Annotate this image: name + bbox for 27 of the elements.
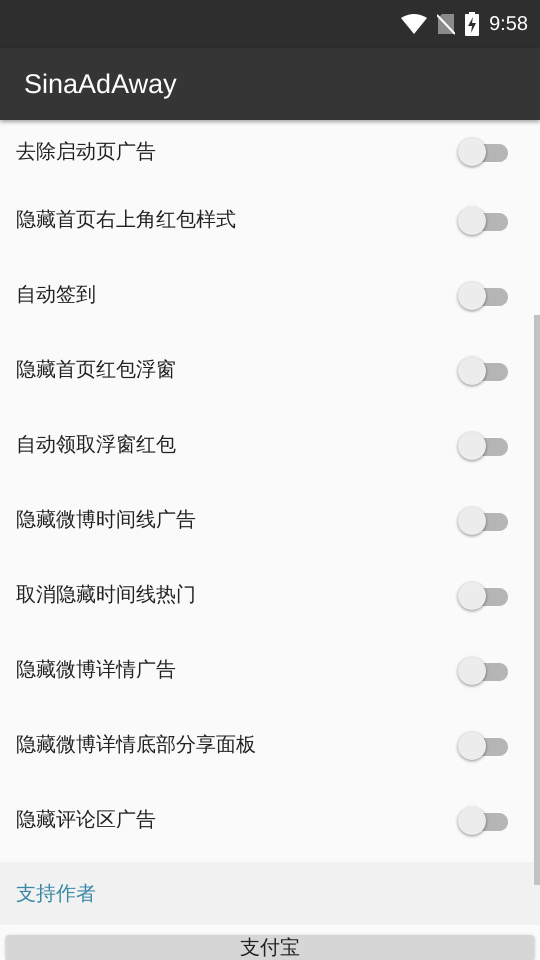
setting-label: 隐藏微博详情底部分享面板 — [16, 731, 256, 758]
toggle-switch[interactable] — [458, 204, 510, 234]
toggle-switch[interactable] — [458, 654, 510, 684]
setting-label: 隐藏首页右上角红包样式 — [16, 206, 236, 233]
setting-label: 去除启动页广告 — [16, 138, 156, 164]
toggle-switch[interactable] — [458, 136, 510, 166]
toggle-switch[interactable] — [458, 580, 510, 610]
setting-label: 隐藏微博详情广告 — [16, 656, 176, 683]
wifi-icon — [401, 14, 428, 34]
payment-button[interactable]: 支付宝 — [6, 935, 534, 960]
setting-label: 取消隐藏时间线热门 — [16, 581, 196, 608]
setting-label: 隐藏评论区广告 — [16, 806, 156, 833]
no-sim-icon — [437, 13, 456, 35]
clock-time: 9:58 — [489, 12, 528, 36]
toggle-switch[interactable] — [458, 280, 510, 310]
toggle-switch[interactable] — [458, 430, 510, 460]
setting-label: 自动签到 — [16, 281, 96, 308]
setting-label: 隐藏微博时间线广告 — [16, 506, 196, 533]
toggle-switch[interactable] — [458, 730, 510, 760]
section-header: 支持作者 — [16, 880, 96, 907]
battery-charging-icon — [465, 12, 480, 36]
app-title: SinaAdAway — [24, 68, 177, 100]
toggle-switch[interactable] — [458, 804, 510, 834]
toggle-switch[interactable] — [458, 504, 510, 534]
setting-label: 自动领取浮窗红包 — [16, 431, 176, 458]
setting-label: 隐藏首页红包浮窗 — [16, 356, 176, 383]
toggle-switch[interactable] — [458, 354, 510, 384]
